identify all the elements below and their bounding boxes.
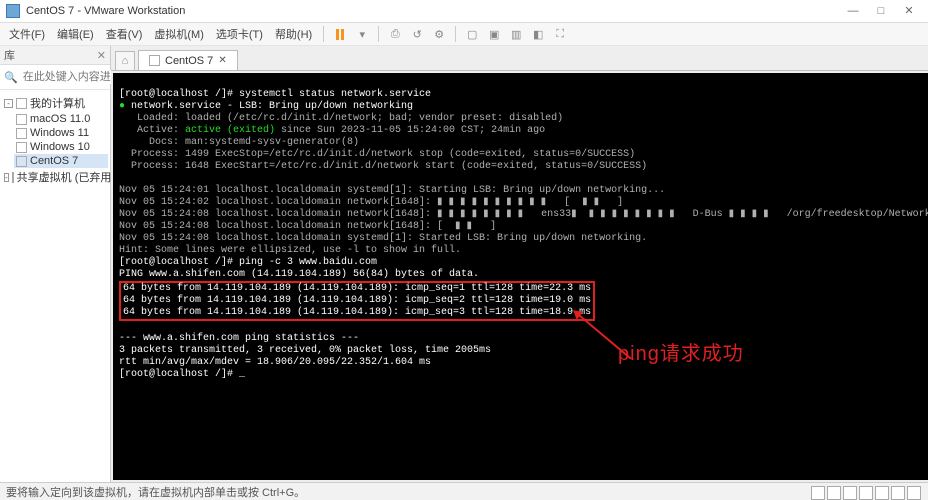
app-icon xyxy=(6,4,20,18)
statusbar-text: 要将输入定向到该虚拟机，请在虚拟机内部单击或按 Ctrl+G。 xyxy=(6,483,305,500)
toolbar-dropdown[interactable]: ▾ xyxy=(352,25,372,43)
menu-file[interactable]: 文件(F) xyxy=(4,24,50,44)
vm-icon xyxy=(16,142,27,153)
menu-vm[interactable]: 虚拟机(M) xyxy=(149,24,209,44)
maximize-button[interactable]: □ xyxy=(868,3,894,19)
power-pause-button[interactable] xyxy=(330,25,350,43)
tree-root-label: 我的计算机 xyxy=(30,95,85,111)
tree-item-centos7[interactable]: CentOS 7 xyxy=(14,154,108,168)
tree-item-win11[interactable]: Windows 11 xyxy=(14,126,108,140)
search-icon: 🔍 xyxy=(4,71,18,84)
sidebar-close[interactable]: ✕ xyxy=(97,49,106,62)
shared-icon xyxy=(12,172,14,183)
guest-terminal[interactable]: [root@localhost /]# systemctl status net… xyxy=(113,73,928,480)
revert-button[interactable]: ↺ xyxy=(407,25,427,43)
tree-item-win10[interactable]: Windows 10 xyxy=(14,140,108,154)
window-titlebar: CentOS 7 - VMware Workstation — □ ✕ xyxy=(0,0,928,23)
vm-icon xyxy=(16,128,27,139)
tab-centos7[interactable]: CentOS 7 ✕ xyxy=(138,50,238,70)
tree-shared-label: 共享虚拟机 (已弃用) xyxy=(17,169,115,185)
vm-icon xyxy=(16,114,27,125)
layout-3-button[interactable]: ▥ xyxy=(506,25,526,43)
window-title: CentOS 7 - VMware Workstation xyxy=(26,0,185,22)
menu-edit[interactable]: 编辑(E) xyxy=(52,24,99,44)
layout-2-button[interactable]: ▣ xyxy=(484,25,504,43)
device-icon[interactable] xyxy=(811,486,825,500)
menu-view[interactable]: 查看(V) xyxy=(101,24,148,44)
menubar: 文件(F) 编辑(E) 查看(V) 虚拟机(M) 选项卡(T) 帮助(H) ▾ … xyxy=(0,23,928,46)
highlight-box: 64 bytes from 14.119.104.189 (14.119.104… xyxy=(119,281,595,321)
tab-close[interactable]: ✕ xyxy=(218,55,226,66)
menu-tabs[interactable]: 选项卡(T) xyxy=(211,24,268,44)
tree-root[interactable]: - 我的计算机 xyxy=(2,94,108,112)
tree-shared[interactable]: - 共享虚拟机 (已弃用) xyxy=(2,168,108,186)
tabstrip: ⌂ CentOS 7 ✕ xyxy=(111,46,928,71)
settings-button[interactable]: ⚙ xyxy=(429,25,449,43)
home-icon: ⌂ xyxy=(122,55,129,67)
menu-help[interactable]: 帮助(H) xyxy=(270,24,317,44)
unity-button[interactable]: ◧ xyxy=(528,25,548,43)
device-icon[interactable] xyxy=(891,486,905,500)
tree-item-macos[interactable]: macOS 11.0 xyxy=(14,112,108,126)
snapshot-button[interactable]: ⎙ xyxy=(385,25,405,43)
device-icon[interactable] xyxy=(827,486,841,500)
annotation-text: ping请求成功 xyxy=(618,348,744,360)
tab-label: CentOS 7 xyxy=(165,55,213,67)
device-icon[interactable] xyxy=(843,486,857,500)
device-icon[interactable] xyxy=(875,486,889,500)
home-tab[interactable]: ⌂ xyxy=(115,51,135,70)
fullscreen-button[interactable]: ⛶ xyxy=(550,25,570,43)
sidebar-title: 库 xyxy=(4,47,15,63)
computer-icon xyxy=(16,98,27,109)
layout-1-button[interactable]: ▢ xyxy=(462,25,482,43)
device-icon[interactable] xyxy=(859,486,873,500)
sidebar: 库 ✕ 🔍 ▾ - 我的计算机 macOS 11.0 Windows 11 Wi… xyxy=(0,46,111,482)
device-icon[interactable] xyxy=(907,486,921,500)
vm-icon xyxy=(16,156,27,167)
statusbar: 要将输入定向到该虚拟机，请在虚拟机内部单击或按 Ctrl+G。 xyxy=(0,482,928,500)
minimize-button[interactable]: — xyxy=(840,3,866,19)
library-tree: - 我的计算机 macOS 11.0 Windows 11 Windows 10… xyxy=(0,90,110,190)
close-button[interactable]: ✕ xyxy=(896,3,922,19)
vm-icon xyxy=(149,55,160,66)
